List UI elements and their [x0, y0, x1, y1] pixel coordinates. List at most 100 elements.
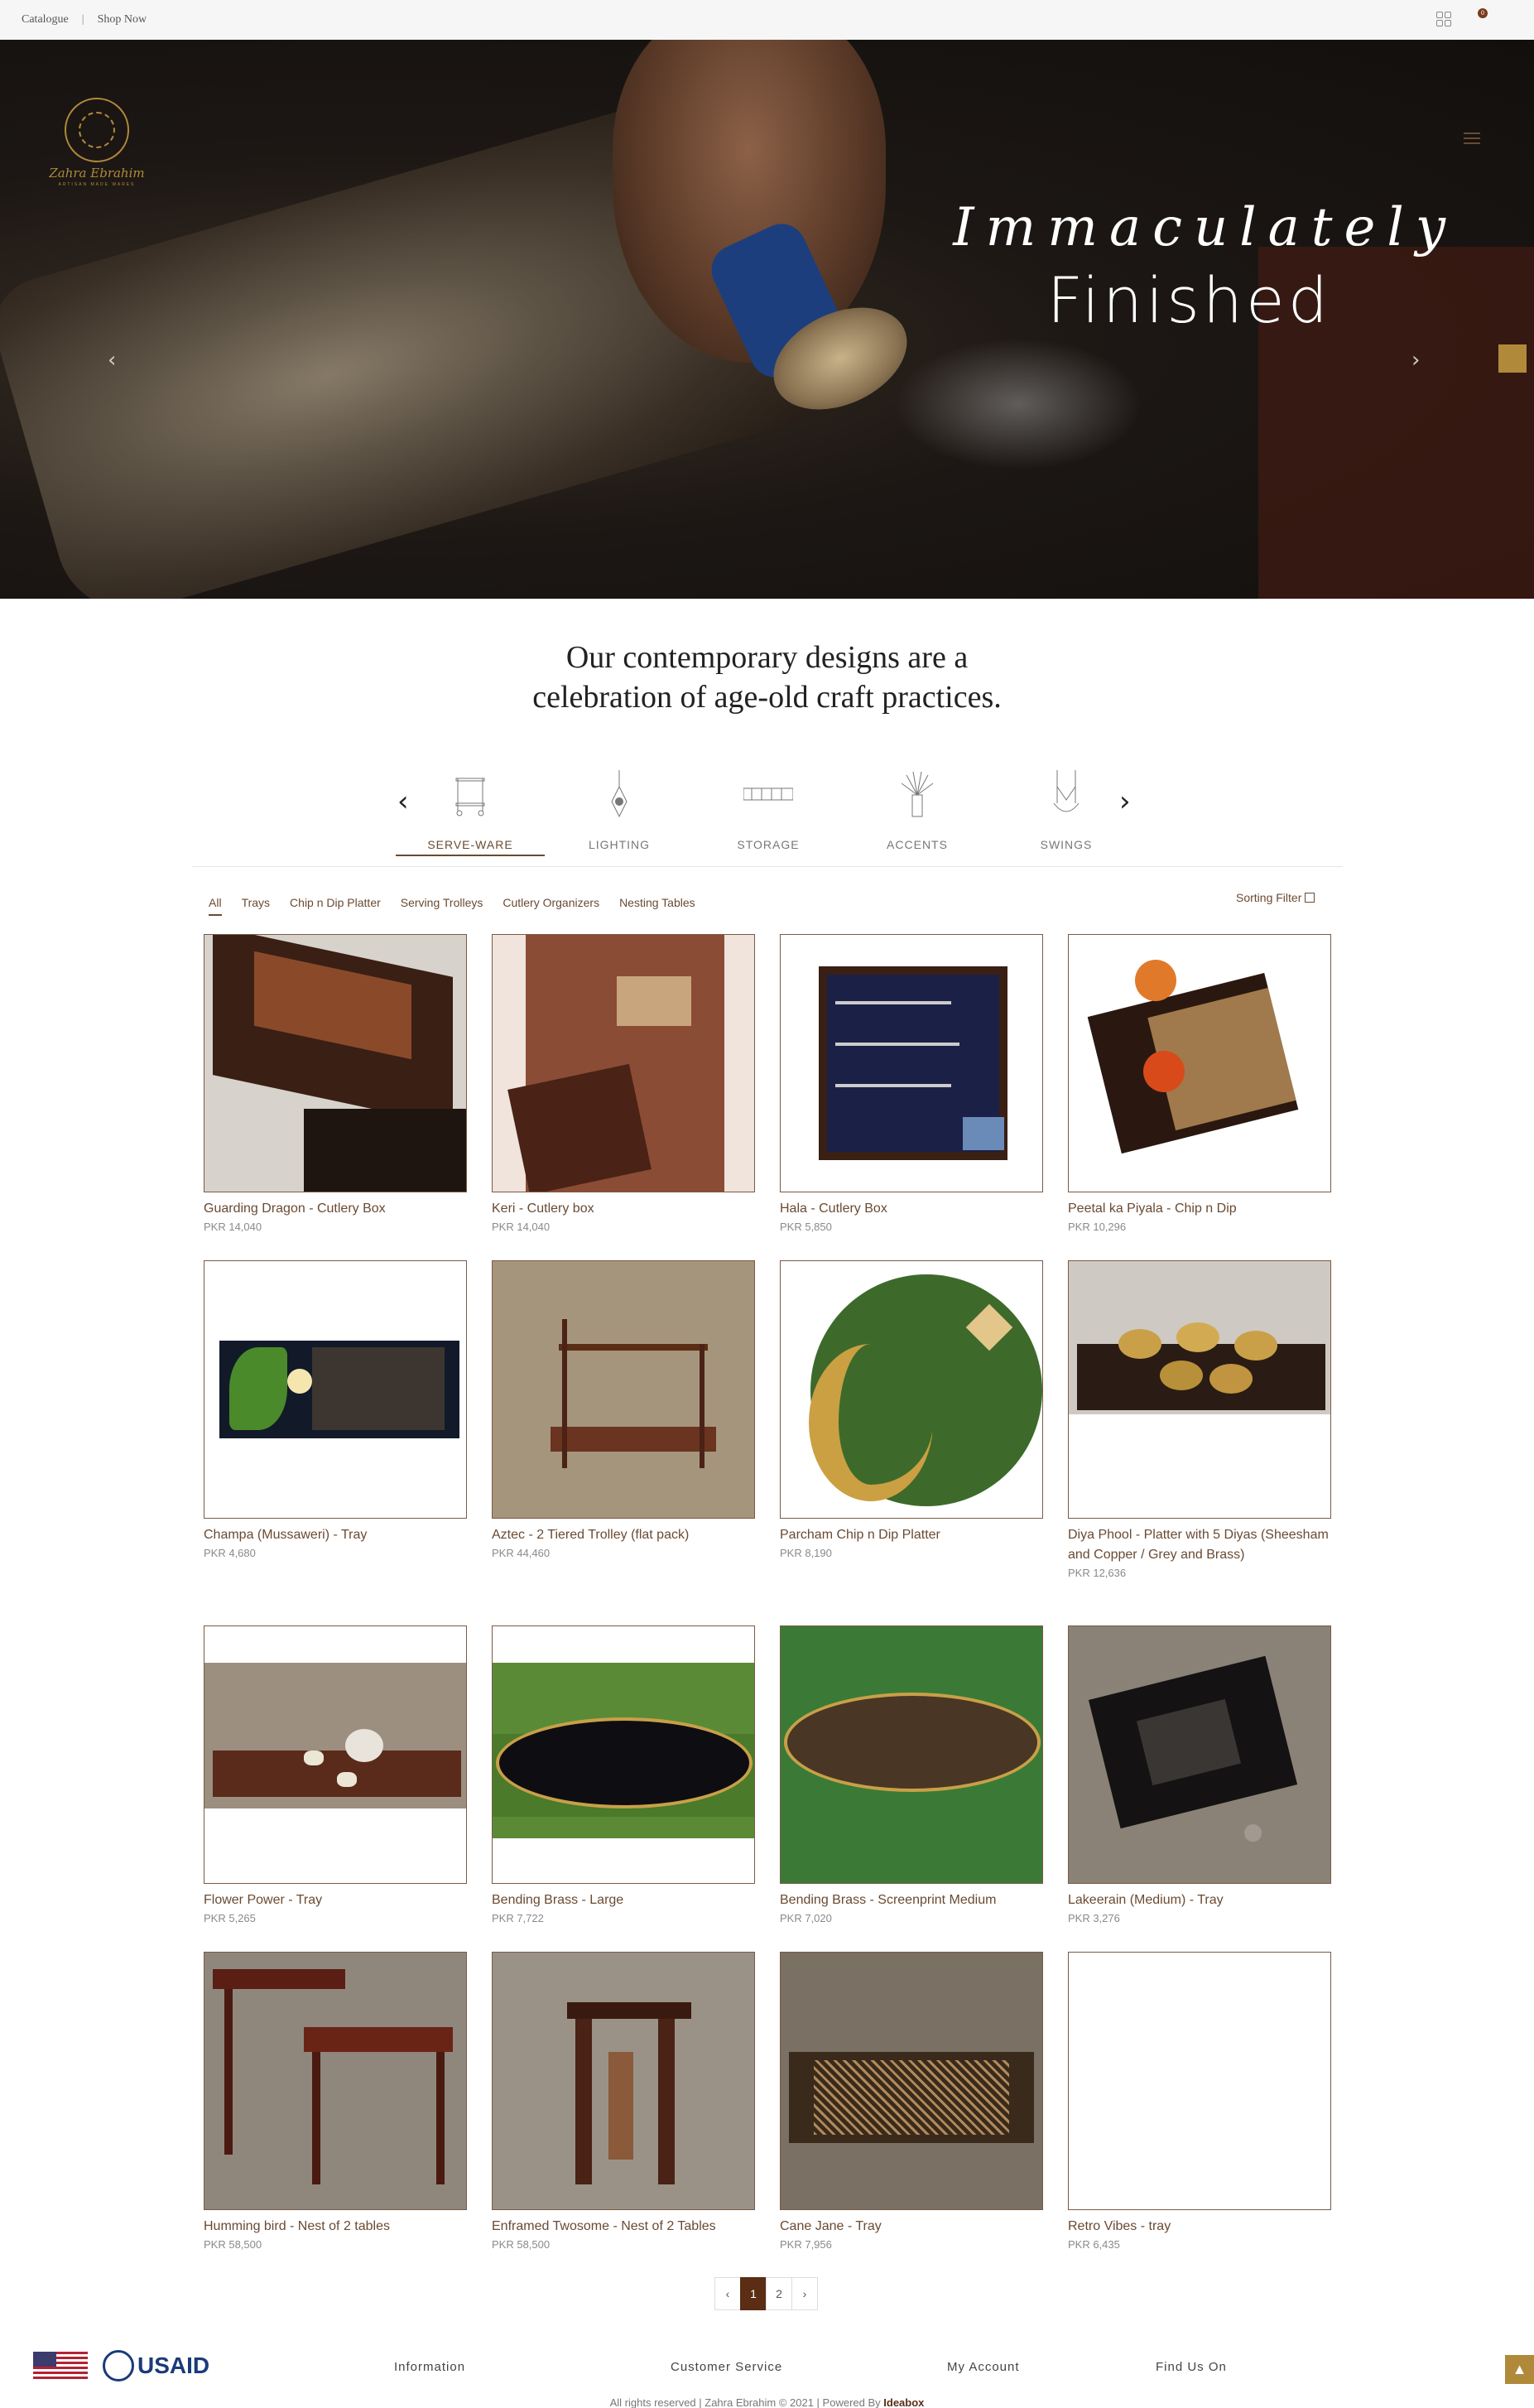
product-title[interactable]: Keri - Cutlery box	[492, 1199, 755, 1219]
product-image[interactable]	[780, 1952, 1043, 2210]
sorting-filter[interactable]: Sorting Filter	[1236, 891, 1315, 904]
category-next-icon[interactable]: ›	[1119, 785, 1131, 818]
product-image[interactable]	[204, 1625, 467, 1884]
hero-next-arrow-icon[interactable]: ›	[1411, 348, 1420, 373]
product-image[interactable]	[1068, 1260, 1331, 1519]
product-image[interactable]	[492, 934, 755, 1192]
product-title[interactable]: Cane Jane - Tray	[780, 2217, 1043, 2237]
product-card[interactable]: Guarding Dragon - Cutlery Box PKR 14,040	[204, 934, 467, 1233]
pagination-page-1[interactable]: 1	[740, 2277, 767, 2310]
usaid-seal-icon	[103, 2350, 134, 2382]
category-swings[interactable]: SWINGS	[992, 770, 1141, 851]
category-label: STORAGE	[737, 838, 800, 851]
hero-mist	[894, 338, 1142, 470]
us-flag-icon	[33, 2352, 88, 2382]
product-title[interactable]: Lakeerain (Medium) - Tray	[1068, 1890, 1331, 1910]
product-card[interactable]: Retro Vibes - tray PKR 6,435	[1068, 1952, 1331, 2251]
product-title[interactable]: Bending Brass - Large	[492, 1890, 755, 1910]
ideabox-link[interactable]: Ideabox	[883, 2396, 924, 2408]
pagination-page-2[interactable]: 2	[766, 2277, 792, 2310]
product-title[interactable]: Humming bird - Nest of 2 tables	[204, 2217, 467, 2237]
product-card[interactable]: Humming bird - Nest of 2 tables PKR 58,5…	[204, 1952, 467, 2251]
product-title[interactable]: Champa (Mussaweri) - Tray	[204, 1525, 467, 1545]
product-card[interactable]: Parcham Chip n Dip Platter PKR 8,190	[780, 1260, 1043, 1559]
product-title[interactable]: Retro Vibes - tray	[1068, 2217, 1331, 2237]
product-title[interactable]: Guarding Dragon - Cutlery Box	[204, 1199, 467, 1219]
product-card[interactable]: Bending Brass - Screenprint Medium PKR 7…	[780, 1625, 1043, 1924]
product-card[interactable]: Bending Brass - Large PKR 7,722	[492, 1625, 755, 1924]
cart-badge[interactable]: 0	[1478, 8, 1488, 18]
footer-information[interactable]: Information	[394, 2360, 465, 2374]
product-title[interactable]: Flower Power - Tray	[204, 1890, 467, 1910]
product-card[interactable]: Lakeerain (Medium) - Tray PKR 3,276	[1068, 1625, 1331, 1924]
category-label: SERVE-WARE	[427, 838, 513, 851]
product-image[interactable]	[204, 1260, 467, 1519]
category-serve-ware[interactable]: SERVE-WARE	[396, 770, 545, 856]
grid-view-icon[interactable]	[1436, 12, 1451, 26]
footer: USAID Information Customer Service My Ac…	[0, 2337, 1534, 2408]
footer-find-us-on[interactable]: Find Us On	[1156, 2360, 1227, 2374]
product-title[interactable]: Parcham Chip n Dip Platter	[780, 1525, 1043, 1545]
product-card[interactable]: Aztec - 2 Tiered Trolley (flat pack) PKR…	[492, 1260, 755, 1559]
filter-chip-n-dip[interactable]: Chip n Dip Platter	[290, 896, 381, 916]
brand-logo[interactable]: Zahra Ebrahim ARTISAN MADE WARES	[43, 98, 151, 187]
category-label: LIGHTING	[588, 838, 651, 851]
filter-all[interactable]: All	[209, 896, 222, 916]
product-card[interactable]: Flower Power - Tray PKR 5,265	[204, 1625, 467, 1924]
filter-serving-trolleys[interactable]: Serving Trolleys	[401, 896, 483, 916]
product-card[interactable]: Cane Jane - Tray PKR 7,956	[780, 1952, 1043, 2251]
product-title[interactable]: Bending Brass - Screenprint Medium	[780, 1890, 1043, 1910]
product-card[interactable]: Hala - Cutlery Box PKR 5,850	[780, 934, 1043, 1233]
product-image[interactable]	[780, 1625, 1043, 1884]
product-title[interactable]: Aztec - 2 Tiered Trolley (flat pack)	[492, 1525, 755, 1545]
product-title[interactable]: Hala - Cutlery Box	[780, 1199, 1043, 1219]
sort-toggle-icon	[1305, 893, 1315, 903]
intro-line-2: celebration of age-old craft practices.	[532, 680, 1002, 715]
product-image[interactable]	[1068, 934, 1331, 1192]
product-card[interactable]: Diya Phool - Platter with 5 Diyas (Shees…	[1068, 1260, 1331, 1579]
hamburger-menu-icon[interactable]	[1464, 132, 1480, 147]
filter-tabs: All Trays Chip n Dip Platter Serving Tro…	[209, 896, 695, 916]
footer-my-account[interactable]: My Account	[947, 2360, 1020, 2374]
product-card[interactable]: Peetal ka Piyala - Chip n Dip PKR 10,296	[1068, 934, 1331, 1233]
pagination-prev[interactable]: ‹	[714, 2277, 741, 2310]
product-image[interactable]	[492, 1260, 755, 1519]
pagination: ‹ 1 2 ›	[714, 2277, 818, 2310]
product-image[interactable]	[1068, 1952, 1331, 2210]
product-title[interactable]: Diya Phool - Platter with 5 Diyas (Shees…	[1068, 1525, 1331, 1565]
product-card[interactable]: Keri - Cutlery box PKR 14,040	[492, 934, 755, 1233]
product-image[interactable]	[204, 1952, 467, 2210]
product-image[interactable]	[780, 1260, 1043, 1519]
category-storage[interactable]: STORAGE	[694, 770, 843, 851]
category-divider	[192, 866, 1343, 867]
product-price: PKR 12,636	[1068, 1567, 1127, 1579]
shop-now-link[interactable]: Shop Now	[98, 13, 147, 26]
brand-tagline: ARTISAN MADE WARES	[58, 182, 136, 187]
product-image[interactable]	[492, 1625, 755, 1884]
product-title[interactable]: Peetal ka Piyala - Chip n Dip	[1068, 1199, 1331, 1219]
product-card[interactable]: Champa (Mussaweri) - Tray PKR 4,680	[204, 1260, 467, 1559]
product-image[interactable]	[1068, 1625, 1331, 1884]
catalogue-link[interactable]: Catalogue	[22, 13, 69, 26]
usaid-text: USAID	[137, 2353, 210, 2378]
side-tab[interactable]	[1498, 344, 1527, 373]
category-lighting[interactable]: LIGHTING	[545, 770, 694, 851]
footer-customer-service[interactable]: Customer Service	[671, 2360, 782, 2374]
product-title[interactable]: Enframed Twosome - Nest of 2 Tables	[492, 2217, 755, 2237]
category-accents[interactable]: ACCENTS	[843, 770, 992, 851]
product-image[interactable]	[204, 934, 467, 1192]
filter-cutlery-organizers[interactable]: Cutlery Organizers	[503, 896, 599, 916]
plant-icon	[897, 770, 938, 820]
product-price: PKR 7,722	[492, 1912, 544, 1924]
product-image[interactable]	[780, 934, 1043, 1192]
filter-trays[interactable]: Trays	[242, 896, 270, 916]
product-price: PKR 8,190	[780, 1547, 832, 1559]
hero-prev-arrow-icon[interactable]: ‹	[108, 348, 116, 373]
filter-nesting-tables[interactable]: Nesting Tables	[619, 896, 695, 916]
pagination-next[interactable]: ›	[791, 2277, 818, 2310]
back-to-top-icon[interactable]: ▲	[1505, 2355, 1534, 2384]
product-image[interactable]	[492, 1952, 755, 2210]
trolley-icon	[450, 770, 491, 820]
product-card[interactable]: Enframed Twosome - Nest of 2 Tables PKR …	[492, 1952, 755, 2251]
product-price: PKR 6,435	[1068, 2238, 1120, 2251]
